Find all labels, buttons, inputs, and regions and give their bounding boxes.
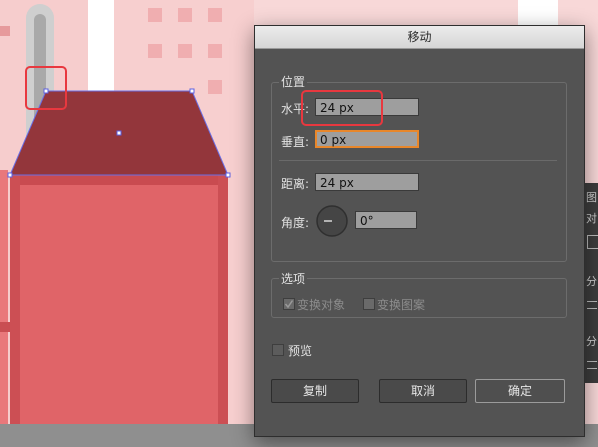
decor-block [0,322,10,332]
distribute-icon[interactable] [587,301,597,309]
building-wall-right-shade [218,175,228,425]
side-panel-label: 分 [586,275,597,288]
angle-label: 角度: [281,216,310,230]
vertical-input[interactable]: 0 px [315,130,419,148]
distribute-icon[interactable] [587,361,597,369]
preview-checkbox[interactable] [272,344,284,356]
side-panel-label: 分 [586,335,597,348]
move-dialog: 移动 位置 水平: 24 px 垂直: 0 px 距离: 24 px 角度: 0… [254,25,585,437]
transform-objects-label: 变换对象 [297,298,346,312]
options-group-title: 选项 [279,270,308,287]
side-panel-tab[interactable]: 图 [586,189,597,205]
side-panel-label: 对 [586,212,597,225]
building-wall[interactable] [10,175,228,425]
transform-patterns-checkbox[interactable] [363,298,375,310]
transform-patterns-label: 变换图案 [377,298,426,312]
cancel-button[interactable]: 取消 [379,379,467,403]
position-group-title: 位置 [279,73,308,90]
side-panel[interactable]: 图 对 分 分 [583,183,598,383]
align-icon[interactable] [587,235,598,249]
annotation-highlight-horizontal [301,90,383,126]
distance-input[interactable]: 24 px [315,173,419,191]
vertical-label: 垂直: [281,135,310,149]
distance-label: 距离: [281,177,310,191]
transform-objects-checkbox[interactable] [283,298,295,310]
background-stripe [0,170,8,447]
divider [279,160,557,161]
copy-button[interactable]: 复制 [271,379,359,403]
building-wall-left-shade [10,175,20,425]
ok-button[interactable]: 确定 [475,379,565,403]
checkmark-icon [284,300,294,309]
angle-dial-icon[interactable] [315,204,349,238]
preview-label: 预览 [288,344,313,358]
dialog-title[interactable]: 移动 [255,26,584,49]
annotation-highlight-anchor [25,66,67,110]
angle-input[interactable]: 0° [355,211,417,229]
